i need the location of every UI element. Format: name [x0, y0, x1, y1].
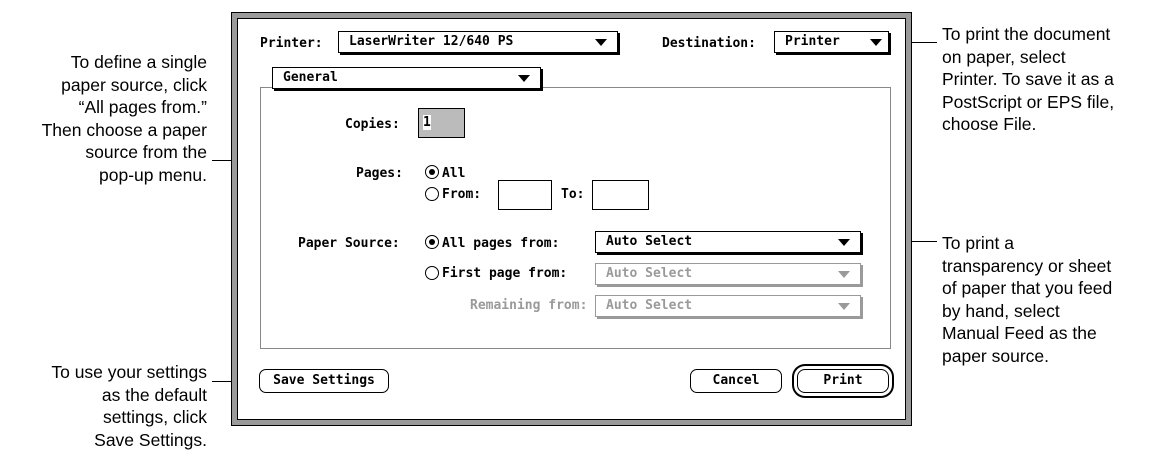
- printer-value: LaserWriter 12/640 PS: [349, 34, 514, 49]
- copies-field[interactable]: 1: [418, 108, 465, 138]
- chevron-down-icon: [838, 303, 850, 310]
- annotation-line: transparency or sheet: [942, 255, 1112, 276]
- panel-value: General: [283, 70, 338, 85]
- annotation-line: pop-up menu.: [99, 164, 207, 185]
- annotation-paper-source: To define a single paper source, click “…: [42, 51, 207, 186]
- remaining-value: Auto Select: [606, 298, 693, 313]
- annotation-line: by hand, select: [942, 300, 1060, 321]
- annotation-line: source from the: [85, 142, 207, 162]
- chevron-down-icon: [518, 75, 530, 82]
- pages-from-label: From:: [442, 187, 482, 202]
- first-page-value: Auto Select: [606, 266, 693, 281]
- annotation-line: as the default: [101, 384, 207, 405]
- all-pages-value: Auto Select: [606, 234, 693, 249]
- destination-popup[interactable]: Printer: [774, 31, 889, 53]
- annotation-line: of paper that you feed: [942, 278, 1113, 298]
- annotation-destination: To print the document on paper, select P…: [942, 23, 1114, 136]
- chevron-down-icon: [838, 271, 850, 278]
- print-button[interactable]: Print: [797, 369, 889, 393]
- cancel-button[interactable]: Cancel: [690, 369, 782, 393]
- copies-value: 1: [423, 115, 431, 130]
- destination-value: Printer: [785, 34, 840, 49]
- printer-label: Printer:: [260, 36, 323, 51]
- annotation-line: To print a: [942, 233, 1014, 253]
- annotation-line: To use your settings: [51, 362, 207, 382]
- destination-label: Destination:: [662, 36, 756, 51]
- pages-all-label: All: [442, 166, 466, 181]
- annotation-line: paper source.: [942, 345, 1050, 366]
- copies-label: Copies:: [345, 117, 400, 132]
- annotation-line: paper source, click: [61, 74, 207, 95]
- pages-from-field[interactable]: [498, 180, 552, 210]
- all-pages-popup[interactable]: Auto Select: [595, 231, 861, 253]
- chevron-down-icon: [595, 39, 607, 46]
- chevron-down-icon: [838, 239, 850, 246]
- all-pages-label: All pages from:: [442, 236, 560, 251]
- save-settings-button[interactable]: Save Settings: [259, 369, 389, 393]
- annotation-save-settings: To use your settings as the default sett…: [51, 361, 207, 451]
- annotation-line: Manual Feed as the: [942, 323, 1097, 343]
- first-page-radio[interactable]: [425, 266, 439, 280]
- annotation-line: To define a single: [70, 52, 207, 72]
- annotation-line: on paper, select: [942, 46, 1066, 67]
- annotation-manual-feed: To print a transparency or sheet of pape…: [942, 232, 1112, 367]
- chevron-down-icon: [870, 39, 882, 46]
- panel-popup[interactable]: General: [272, 67, 541, 89]
- paper-source-label: Paper Source:: [298, 236, 400, 251]
- pages-to-label: To:: [561, 187, 585, 202]
- annotation-line: PostScript or EPS file,: [942, 91, 1115, 112]
- pages-to-field[interactable]: [592, 180, 649, 210]
- pages-all-radio[interactable]: [425, 165, 439, 179]
- annotation-line: Save Settings.: [94, 429, 207, 450]
- remaining-label: Remaining from:: [470, 298, 588, 313]
- first-page-popup[interactable]: Auto Select: [595, 263, 861, 285]
- printer-popup[interactable]: LaserWriter 12/640 PS: [338, 31, 618, 53]
- first-page-label: First page from:: [442, 266, 568, 281]
- pages-label: Pages:: [356, 166, 403, 181]
- annotation-line: “All pages from.”: [78, 97, 207, 117]
- all-pages-radio[interactable]: [425, 235, 439, 249]
- annotation-line: Printer. To save it as a: [942, 69, 1114, 89]
- annotation-line: settings, click: [102, 407, 207, 427]
- annotation-line: choose File.: [942, 114, 1037, 134]
- annotation-line: To print the document: [942, 24, 1111, 44]
- remaining-popup[interactable]: Auto Select: [595, 295, 861, 317]
- pages-from-radio[interactable]: [425, 187, 439, 201]
- annotation-line: Then choose a paper: [41, 119, 207, 140]
